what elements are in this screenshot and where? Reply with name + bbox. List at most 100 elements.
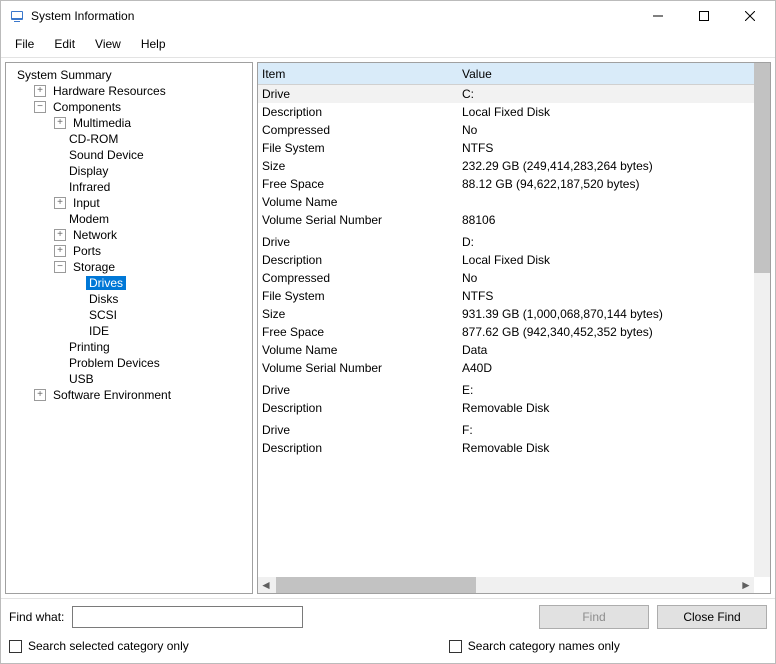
column-item[interactable]: Item xyxy=(262,67,462,81)
checkbox-search-selected-category[interactable]: Search selected category only xyxy=(9,639,189,653)
tree-components[interactable]: −Components xyxy=(32,99,250,115)
menu-view[interactable]: View xyxy=(85,33,131,55)
cell-item: Drive xyxy=(262,423,462,437)
table-row[interactable]: Free Space88.12 GB (94,622,187,520 bytes… xyxy=(258,175,754,193)
tree-multimedia[interactable]: +Multimedia xyxy=(52,115,250,131)
find-input[interactable] xyxy=(72,606,302,628)
checkbox-box xyxy=(9,640,22,653)
cell-value: C: xyxy=(462,87,750,101)
tree-software-environment[interactable]: +Software Environment xyxy=(32,387,250,403)
table-row[interactable]: Volume NameData xyxy=(258,341,754,359)
table-row[interactable]: Volume Serial NumberA40D xyxy=(258,359,754,377)
scroll-thumb[interactable] xyxy=(276,577,476,593)
table-row[interactable]: DriveF: xyxy=(258,421,754,439)
tree-scsi[interactable]: SCSI xyxy=(72,307,250,323)
tree-hardware-resources[interactable]: +Hardware Resources xyxy=(32,83,250,99)
tree-ports[interactable]: +Ports xyxy=(52,243,250,259)
scroll-left-icon[interactable]: ◄ xyxy=(258,577,274,593)
find-label: Find what: xyxy=(9,610,64,624)
tree-storage[interactable]: −Storage xyxy=(52,259,250,275)
tree-infrared[interactable]: Infrared xyxy=(52,179,250,195)
table-row[interactable]: CompressedNo xyxy=(258,121,754,139)
maximize-button[interactable] xyxy=(681,1,727,31)
menu-file[interactable]: File xyxy=(5,33,44,55)
table-row[interactable]: DescriptionLocal Fixed Disk xyxy=(258,103,754,121)
tree-disks[interactable]: Disks xyxy=(72,291,250,307)
vertical-scrollbar[interactable] xyxy=(754,63,770,577)
cell-value: No xyxy=(462,271,750,285)
cell-value: F: xyxy=(462,423,750,437)
menubar: File Edit View Help xyxy=(1,31,775,58)
table-row[interactable]: Volume Serial Number88106 xyxy=(258,211,754,229)
cell-value: Local Fixed Disk xyxy=(462,253,750,267)
menu-edit[interactable]: Edit xyxy=(44,33,85,55)
cell-value: Local Fixed Disk xyxy=(462,105,750,119)
find-bar: Find what: Find Close Find xyxy=(1,598,775,635)
menu-help[interactable]: Help xyxy=(131,33,176,55)
details-list[interactable]: DriveC:DescriptionLocal Fixed DiskCompre… xyxy=(258,85,754,577)
window-system-information: System Information File Edit View Help S… xyxy=(0,0,776,664)
tree-system-summary[interactable]: System Summary xyxy=(12,67,250,83)
table-row[interactable]: Volume Name xyxy=(258,193,754,211)
checkbox-label: Search category names only xyxy=(468,639,620,653)
tree-ide[interactable]: IDE xyxy=(72,323,250,339)
tree-modem[interactable]: Modem xyxy=(52,211,250,227)
scroll-thumb[interactable] xyxy=(754,63,770,273)
checkbox-search-category-names[interactable]: Search category names only xyxy=(449,639,620,653)
titlebar[interactable]: System Information xyxy=(1,1,775,31)
tree-pane[interactable]: System Summary +Hardware Resources −Comp… xyxy=(5,62,253,594)
close-find-button[interactable]: Close Find xyxy=(657,605,767,629)
table-row[interactable]: DescriptionRemovable Disk xyxy=(258,439,754,457)
app-icon xyxy=(9,8,25,24)
expand-icon[interactable]: + xyxy=(54,229,66,241)
checkbox-label: Search selected category only xyxy=(28,639,189,653)
scroll-right-icon[interactable]: ► xyxy=(738,577,754,593)
expand-icon[interactable]: + xyxy=(54,117,66,129)
cell-item: Volume Name xyxy=(262,195,462,209)
find-button[interactable]: Find xyxy=(539,605,649,629)
cell-item: Size xyxy=(262,307,462,321)
checkbox-box xyxy=(449,640,462,653)
table-row[interactable]: DriveE: xyxy=(258,381,754,399)
horizontal-scrollbar[interactable]: ◄ ► xyxy=(258,577,754,593)
tree-usb[interactable]: USB xyxy=(52,371,250,387)
cell-item: Volume Name xyxy=(262,343,462,357)
close-button[interactable] xyxy=(727,1,773,31)
tree-printing[interactable]: Printing xyxy=(52,339,250,355)
tree-problem-devices[interactable]: Problem Devices xyxy=(52,355,250,371)
table-row[interactable]: Size232.29 GB (249,414,283,264 bytes) xyxy=(258,157,754,175)
table-row[interactable]: DriveC: xyxy=(258,85,754,103)
table-row[interactable]: Free Space877.62 GB (942,340,452,352 byt… xyxy=(258,323,754,341)
tree-input[interactable]: +Input xyxy=(52,195,250,211)
table-row[interactable]: DescriptionLocal Fixed Disk xyxy=(258,251,754,269)
cell-value: Removable Disk xyxy=(462,401,750,415)
tree-display[interactable]: Display xyxy=(52,163,250,179)
cell-value: NTFS xyxy=(462,141,750,155)
column-value[interactable]: Value xyxy=(462,67,492,81)
cell-item: Drive xyxy=(262,383,462,397)
expand-icon[interactable]: + xyxy=(54,245,66,257)
cell-value: A40D xyxy=(462,361,750,375)
tree-drives[interactable]: Drives xyxy=(72,275,250,291)
cell-value: 88106 xyxy=(462,213,750,227)
expand-icon[interactable]: + xyxy=(54,197,66,209)
tree-cdrom[interactable]: CD-ROM xyxy=(52,131,250,147)
cell-value: NTFS xyxy=(462,289,750,303)
table-row[interactable]: CompressedNo xyxy=(258,269,754,287)
column-headers[interactable]: Item Value xyxy=(258,63,754,85)
tree-network[interactable]: +Network xyxy=(52,227,250,243)
expand-icon[interactable]: + xyxy=(34,389,46,401)
table-row[interactable]: DriveD: xyxy=(258,233,754,251)
table-row[interactable]: File SystemNTFS xyxy=(258,139,754,157)
collapse-icon[interactable]: − xyxy=(34,101,46,113)
find-options: Search selected category only Search cat… xyxy=(1,635,775,663)
table-row[interactable]: DescriptionRemovable Disk xyxy=(258,399,754,417)
cell-item: Compressed xyxy=(262,271,462,285)
tree-sound-device[interactable]: Sound Device xyxy=(52,147,250,163)
table-row[interactable]: File SystemNTFS xyxy=(258,287,754,305)
collapse-icon[interactable]: − xyxy=(54,261,66,273)
minimize-button[interactable] xyxy=(635,1,681,31)
cell-item: Description xyxy=(262,441,462,455)
table-row[interactable]: Size931.39 GB (1,000,068,870,144 bytes) xyxy=(258,305,754,323)
expand-icon[interactable]: + xyxy=(34,85,46,97)
